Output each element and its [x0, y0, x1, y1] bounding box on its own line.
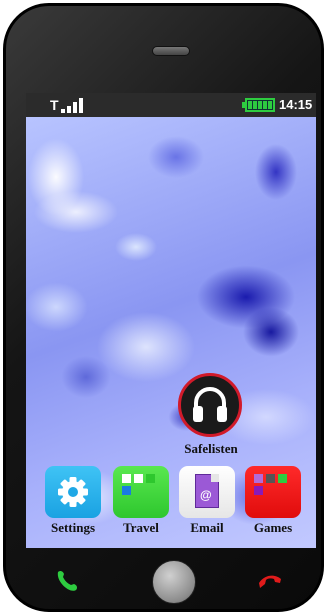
signal-label: T — [50, 97, 59, 113]
phone-frame: T 14:15 Safelisten Settings Travel @ Ema… — [3, 3, 324, 612]
clock: 14:15 — [279, 97, 313, 112]
call-button[interactable] — [54, 566, 82, 594]
settings-app[interactable]: Settings — [42, 463, 106, 543]
travel-label: Travel — [123, 520, 159, 535]
headphones-icon — [193, 387, 227, 422]
email-label: Email — [190, 520, 224, 535]
email-app[interactable]: @ Email — [176, 463, 240, 543]
travel-app[interactable]: Travel — [110, 463, 174, 543]
status-bar: T 14:15 — [26, 93, 316, 117]
phone-hangup-icon — [259, 575, 281, 588]
email-at-glyph: @ — [200, 488, 212, 502]
end-call-button[interactable] — [256, 566, 284, 594]
earpiece-speaker — [152, 46, 190, 56]
home-button[interactable] — [152, 560, 196, 604]
safelisten-label: Safelisten — [184, 441, 238, 456]
settings-app-tile[interactable] — [45, 466, 101, 518]
settings-label: Settings — [50, 520, 96, 535]
safelisten-app-icon[interactable] — [178, 373, 242, 437]
gear-icon — [58, 477, 88, 507]
email-app-tile[interactable]: @ — [179, 466, 235, 518]
games-app[interactable]: Games — [242, 463, 306, 543]
travel-app-tile[interactable] — [113, 466, 169, 518]
hardware-buttons — [6, 548, 327, 612]
games-app-tile[interactable] — [245, 466, 301, 518]
phone-answer-icon — [57, 570, 78, 591]
home-screen: T 14:15 Safelisten Settings Travel @ Ema… — [26, 93, 316, 548]
app-dock: Settings Travel @ Email Games — [42, 463, 304, 543]
battery-icon — [245, 98, 275, 112]
games-label: Games — [253, 520, 293, 535]
email-document-icon: @ — [195, 474, 219, 508]
signal-strength-icon: T — [50, 97, 90, 113]
